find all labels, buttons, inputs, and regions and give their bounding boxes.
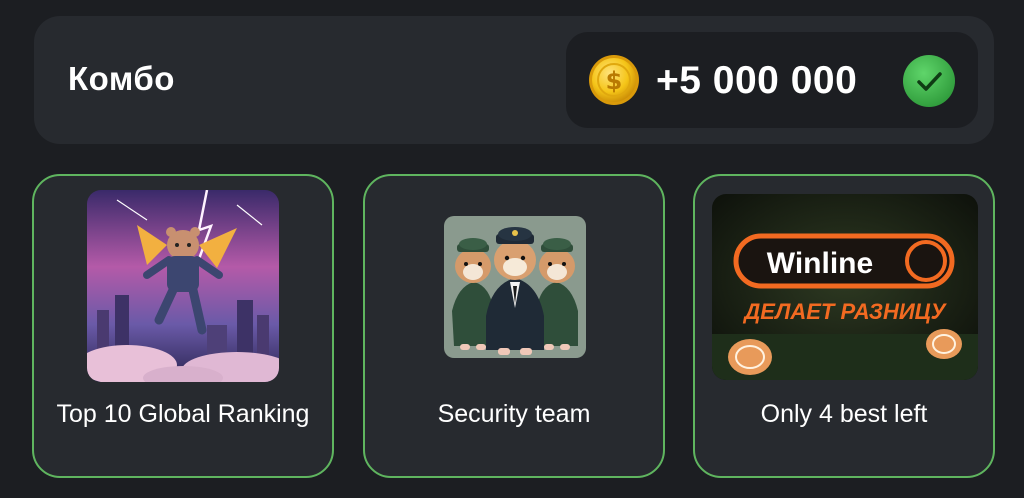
winline-ad-image: Winline ДЕЛАЕТ РАЗНИЦУ [712,194,978,380]
svg-text:$: $ [606,67,623,95]
reward-box: $ +5 000 000 [566,32,978,128]
hamster-jetpack-flying-image [87,190,279,382]
combo-card-top-10-global-ranking[interactable]: Top 10 Global Ranking [32,174,334,478]
combo-screen: Комбо $ +5 000 000 Top 10 Global Ranking… [0,0,1024,498]
combo-title: Комбо [68,60,175,97]
winline-logo-text: Winline [767,247,873,280]
coin-icon: $ [588,54,640,106]
combo-card-only-4-best-left[interactable]: Winline ДЕЛАЕТ РАЗНИЦУ Only 4 best left [693,174,995,478]
winline-slogan-text: ДЕЛАЕТ РАЗНИЦУ [742,299,947,324]
card-label: Top 10 Global Ranking [56,400,310,428]
combo-panel: Комбо $ +5 000 000 [34,16,994,144]
card-label: Only 4 best left [760,400,928,428]
hamster-security-team-image [444,216,586,358]
card-label: Security team [437,400,591,428]
reward-amount: +5 000 000 [656,59,858,102]
combo-card-security-team[interactable]: Security team [363,174,665,478]
check-icon [902,54,956,108]
